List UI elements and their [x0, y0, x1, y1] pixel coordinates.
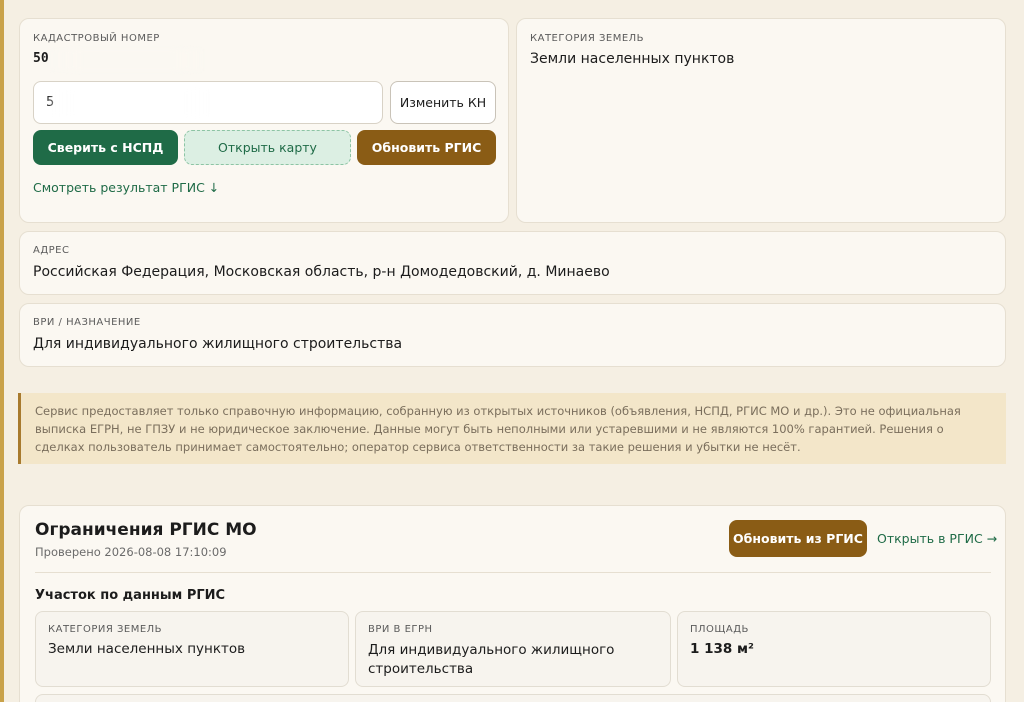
vri-value: Для индивидуального жилищного строительс…	[33, 336, 403, 352]
open-in-rgis-link[interactable]: Открыть в РГИС →	[877, 531, 997, 546]
rgis-cell-vri-egrn: ВРИ В ЕГРН Для индивидуального жилищного…	[355, 611, 671, 687]
address-value: Российская Федерация, Московская область…	[33, 264, 610, 280]
disclaimer-text: Сервис предоставляет только справочную и…	[35, 404, 961, 454]
vri-label: ВРИ / НАЗНАЧЕНИЕ	[33, 317, 141, 328]
rgis-cell-value: Земли населенных пунктов	[48, 641, 246, 657]
rgis-cell-value: 1 138 м²	[690, 641, 754, 657]
land-category-card: КАТЕГОРИЯ ЗЕМЕЛЬ Земли населенных пункто…	[516, 18, 1006, 223]
land-category-label: КАТЕГОРИЯ ЗЕМЕЛЬ	[530, 33, 645, 44]
cadastral-label: КАДАСТРОВЫЙ НОМЕР	[33, 33, 160, 44]
update-from-rgis-button[interactable]: Обновить из РГИС	[729, 520, 867, 557]
cadastral-value-redaction	[50, 49, 202, 71]
rgis-section-title: Участок по данным РГИС	[35, 588, 226, 603]
view-rgis-result-link[interactable]: Смотреть результат РГИС ↓	[33, 180, 219, 195]
rgis-divider	[35, 572, 991, 573]
vri-card: ВРИ / НАЗНАЧЕНИЕ Для индивидуального жил…	[19, 303, 1006, 367]
rgis-cell-land-category: КАТЕГОРИЯ ЗЕМЕЛЬ Земли населенных пункто…	[35, 611, 349, 687]
rgis-restrictions-card: Ограничения РГИС МО Проверено 2026-08-08…	[19, 505, 1006, 702]
rgis-cell-label: ВРИ В ЕГРН	[368, 624, 433, 635]
disclaimer-notice: Сервис предоставляет только справочную и…	[18, 393, 1006, 464]
address-card: АДРЕС Российская Федерация, Московская о…	[19, 231, 1006, 295]
cadastral-input-redaction	[50, 89, 210, 117]
verify-nspd-button[interactable]: Сверить с НСПД	[33, 130, 178, 165]
rgis-title: Ограничения РГИС МО	[35, 520, 257, 540]
rgis-checked-time: Проверено 2026-08-08 17:10:09	[35, 545, 227, 559]
rgis-cell-value: Для индивидуального жилищного строительс…	[368, 642, 615, 677]
cadastral-card: КАДАСТРОВЫЙ НОМЕР 50 5 Изменить КН Свери…	[19, 18, 509, 223]
update-rgis-button[interactable]: Обновить РГИС	[357, 130, 496, 165]
page-left-accent	[0, 0, 4, 702]
cadastral-value: 50	[33, 51, 49, 66]
land-category-value: Земли населенных пунктов	[530, 51, 735, 67]
rgis-cell-label: ПЛОЩАДЬ	[690, 624, 749, 635]
rgis-cell-area: ПЛОЩАДЬ 1 138 м²	[677, 611, 991, 687]
rgis-cell-label: КАТЕГОРИЯ ЗЕМЕЛЬ	[48, 624, 163, 635]
address-label: АДРЕС	[33, 245, 70, 256]
change-cadastral-button[interactable]: Изменить КН	[390, 81, 496, 124]
open-map-button[interactable]: Открыть карту	[184, 130, 351, 165]
rgis-next-row	[35, 694, 991, 702]
